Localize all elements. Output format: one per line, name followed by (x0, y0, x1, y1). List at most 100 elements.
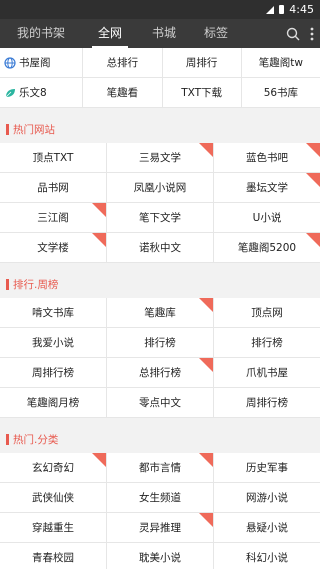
site-link-label: 穿越重生 (32, 522, 74, 534)
site-link[interactable]: 青春校园 (0, 543, 107, 569)
quick-link[interactable]: 书屋阁 (0, 48, 84, 77)
site-link-label: 武侠仙侠 (32, 492, 74, 504)
tab-tags[interactable]: 标签 (190, 19, 242, 48)
site-link[interactable]: 网游小说 (214, 483, 320, 512)
site-link-label: 都市言情 (139, 462, 181, 474)
site-link-label: 笔趣阁5200 (237, 242, 297, 254)
site-link-label: 零点中文 (139, 397, 181, 409)
hot-badge-icon (92, 203, 106, 217)
site-link[interactable]: 女生频道 (107, 483, 214, 512)
tab-bookstore[interactable]: 书城 (138, 19, 190, 48)
more-vertical-icon[interactable] (310, 27, 314, 41)
site-link[interactable]: 笔趣阁月榜 (0, 388, 107, 417)
hot-badge-icon (306, 173, 320, 187)
quick-link[interactable]: 总排行 (83, 48, 163, 77)
tab-all-web[interactable]: 全网 (82, 19, 138, 48)
top-tab-bar: 我的书架 全网 书城 标签 (0, 19, 320, 48)
site-link[interactable]: 诺秋中文 (107, 233, 214, 262)
globe-icon (4, 56, 16, 69)
site-link[interactable]: 凤凰小说网 (107, 173, 214, 202)
site-link[interactable]: U小说 (214, 203, 320, 232)
site-link-label: 悬疑小说 (246, 522, 288, 534)
quick-link[interactable]: 笔趣阁tw (242, 48, 320, 77)
section-header: 排行.周榜 (0, 270, 320, 298)
site-link[interactable]: 科幻小说 (214, 543, 320, 569)
main-content: 书屋阁 总排行 周排行 笔趣阁tw 乐文8 笔趣看 TXT下载 56书库 热门网站 顶点TXT 三… (0, 48, 320, 569)
site-link[interactable]: 三易文学 (107, 143, 214, 172)
site-link[interactable]: 周排行榜 (0, 358, 107, 387)
grid-row: 青春校园 耽美小说 科幻小说 (0, 543, 320, 569)
section-header: 热门网站 (0, 115, 320, 143)
site-link[interactable]: 笔下文学 (107, 203, 214, 232)
quick-link[interactable]: TXT下载 (163, 78, 242, 107)
quick-link-label: 周排行 (185, 57, 218, 69)
site-link[interactable]: 啃文书库 (0, 298, 107, 327)
site-link[interactable]: 笔趣库 (107, 298, 214, 327)
site-link[interactable]: 零点中文 (107, 388, 214, 417)
signal-icon (266, 5, 275, 14)
site-link-label: 耽美小说 (139, 552, 181, 564)
quick-link[interactable]: 周排行 (163, 48, 242, 77)
site-link-label: 文学楼 (37, 242, 69, 254)
hot-badge-icon (199, 453, 213, 467)
site-link-label: 顶点网 (251, 307, 283, 319)
quick-link[interactable]: 笔趣看 (83, 78, 163, 107)
site-link[interactable]: 顶点网 (214, 298, 320, 327)
site-link-label: U小说 (252, 212, 282, 224)
site-link-label: 总排行榜 (139, 367, 181, 379)
quick-link[interactable]: 56书库 (242, 78, 320, 107)
section-accent-bar (6, 278, 9, 290)
site-link[interactable]: 三江阁 (0, 203, 107, 232)
site-link[interactable]: 耽美小说 (107, 543, 214, 569)
section-title: 热门.分类 (13, 433, 59, 446)
grid-row: 顶点TXT 三易文学 蓝色书吧 (0, 143, 320, 173)
site-link[interactable]: 排行榜 (107, 328, 214, 357)
quick-row: 书屋阁 总排行 周排行 笔趣阁tw (0, 48, 320, 78)
site-link-label: 排行榜 (251, 337, 283, 349)
battery-icon (279, 5, 285, 14)
section-accent-bar (6, 123, 9, 135)
site-link[interactable]: 武侠仙侠 (0, 483, 107, 512)
site-link[interactable]: 都市言情 (107, 453, 214, 482)
site-link[interactable]: 历史军事 (214, 453, 320, 482)
quick-links: 书屋阁 总排行 周排行 笔趣阁tw 乐文8 笔趣看 TXT下载 56书库 (0, 48, 320, 108)
site-link[interactable]: 墨坛文学 (214, 173, 320, 202)
site-link-label: 周排行榜 (32, 367, 74, 379)
tab-bookshelf[interactable]: 我的书架 (0, 19, 82, 48)
quick-link-label: 笔趣阁tw (258, 57, 303, 69)
site-grid: 顶点TXT 三易文学 蓝色书吧品书网 凤凰小说网 墨坛文学三江阁 笔下文学 U小说文学楼 诺秋… (0, 143, 320, 263)
site-link-label: 啃文书库 (32, 307, 74, 319)
site-link[interactable]: 悬疑小说 (214, 513, 320, 542)
site-link[interactable]: 文学楼 (0, 233, 107, 262)
quick-link-label: 56书库 (263, 87, 299, 99)
grid-row: 周排行榜 总排行榜 爪机书屋 (0, 358, 320, 388)
site-link-label: 网游小说 (246, 492, 288, 504)
site-link[interactable]: 蓝色书吧 (214, 143, 320, 172)
site-link[interactable]: 爪机书屋 (214, 358, 320, 387)
site-link-label: 爪机书屋 (246, 367, 288, 379)
site-link[interactable]: 周排行榜 (214, 388, 320, 417)
site-link[interactable]: 排行榜 (214, 328, 320, 357)
site-link-label: 品书网 (37, 182, 69, 194)
grid-row: 品书网 凤凰小说网 墨坛文学 (0, 173, 320, 203)
site-link[interactable]: 品书网 (0, 173, 107, 202)
search-icon[interactable] (286, 27, 300, 41)
hot-badge-icon (306, 143, 320, 157)
grid-row: 文学楼 诺秋中文 笔趣阁5200 (0, 233, 320, 263)
site-link-label: 灵异推理 (139, 522, 181, 534)
grid-row: 三江阁 笔下文学 U小说 (0, 203, 320, 233)
site-link[interactable]: 玄幻奇幻 (0, 453, 107, 482)
site-link[interactable]: 我爱小说 (0, 328, 107, 357)
hot-badge-icon (199, 358, 213, 372)
site-link-label: 笔趣阁月榜 (26, 397, 80, 409)
site-link-label: 凤凰小说网 (133, 182, 187, 194)
site-link[interactable]: 笔趣阁5200 (214, 233, 320, 262)
site-link[interactable]: 穿越重生 (0, 513, 107, 542)
site-link[interactable]: 总排行榜 (107, 358, 214, 387)
quick-link[interactable]: 乐文8 (0, 78, 84, 107)
status-bar: 4:45 (0, 0, 320, 19)
site-link[interactable]: 灵异推理 (107, 513, 214, 542)
site-link-label: 玄幻奇幻 (32, 462, 74, 474)
site-link-label: 三易文学 (139, 152, 181, 164)
site-link[interactable]: 顶点TXT (0, 143, 107, 172)
